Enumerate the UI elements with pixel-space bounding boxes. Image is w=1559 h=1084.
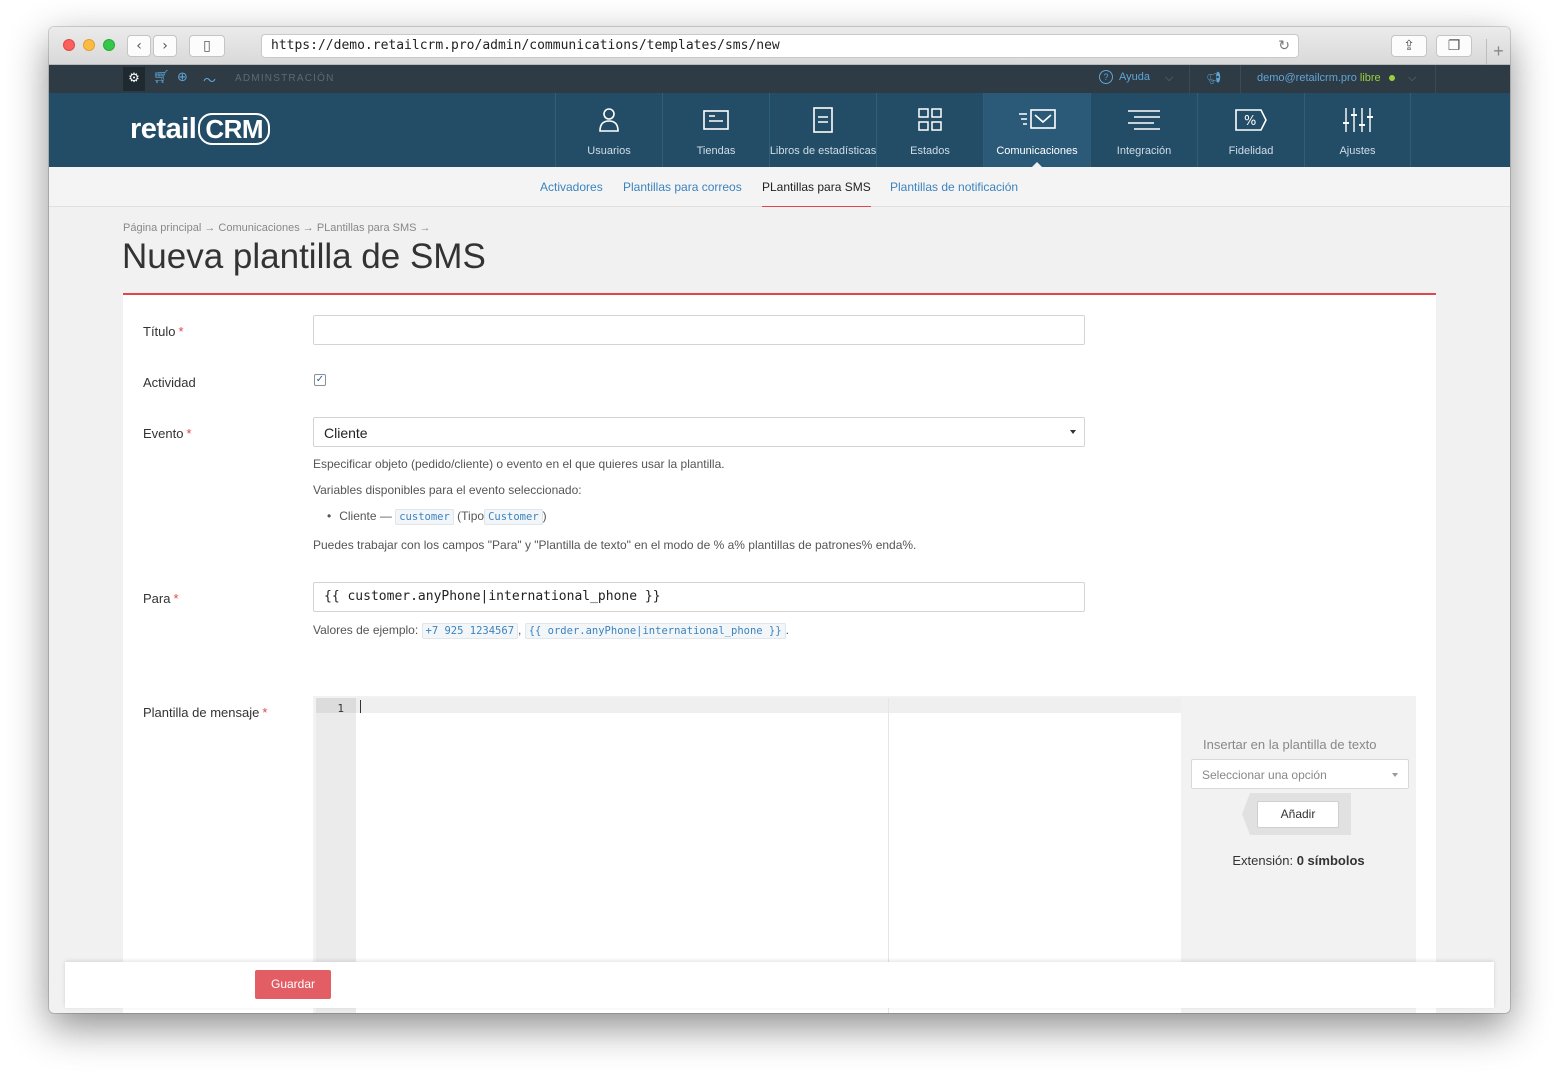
- nav-item-libros[interactable]: Libros de estadísticas: [769, 93, 876, 167]
- user-menu[interactable]: demo@retailcrm.pro libre: [1257, 72, 1395, 84]
- nav-item-comunicaciones[interactable]: Comunicaciones: [983, 93, 1090, 168]
- subnav-activadores[interactable]: Activadores: [540, 180, 603, 194]
- plan-badge: libre: [1359, 72, 1381, 84]
- title-label: Título *: [143, 324, 184, 339]
- user-icon: [599, 108, 619, 132]
- maximize-window-button[interactable]: [103, 39, 115, 51]
- grid-icon: [918, 108, 942, 131]
- sliders-icon: [1342, 108, 1373, 132]
- mail-icon: [1019, 109, 1056, 129]
- logo-text-right: CRM: [198, 113, 271, 145]
- forward-icon[interactable]: ›: [153, 35, 177, 57]
- variables-hint: Variables disponibles para el evento sel…: [313, 483, 582, 497]
- insert-label: Insertar en la plantilla de texto: [1203, 737, 1377, 752]
- nav-item-fidelidad[interactable]: % Fidelidad: [1197, 93, 1304, 167]
- save-bar: Guardar: [65, 962, 1494, 1008]
- close-window-button[interactable]: [63, 39, 75, 51]
- browser-toolbar: ‹ › ▯ https://demo.retailcrm.pro/admin/c…: [49, 27, 1510, 65]
- percent-tag-icon: %: [1235, 109, 1267, 131]
- example-value-1: +7 925 1234567: [421, 623, 519, 639]
- page-title: Nueva plantilla de SMS: [122, 237, 486, 276]
- form-panel: Título * Actividad ✓ Evento * Cliente Espe…: [123, 295, 1436, 1013]
- text-cursor: [360, 700, 361, 713]
- target-icon[interactable]: ⊕: [177, 70, 188, 85]
- activity-label: Actividad: [143, 375, 196, 390]
- insert-option-select[interactable]: Seleccionar una opción: [1191, 759, 1409, 789]
- sidebar-toggle-icon[interactable]: ▯: [189, 35, 225, 57]
- add-button[interactable]: Añadir: [1257, 801, 1339, 828]
- length-counter: Extensión: 0 símbolos: [1232, 853, 1365, 868]
- admin-section-label: ADMINSTRACIÓN: [235, 73, 335, 84]
- subnav-plantillas-sms[interactable]: PLantillas para SMS: [762, 180, 871, 207]
- insert-option-placeholder: Seleccionar una opción: [1202, 768, 1327, 782]
- user-chevron-down-icon[interactable]: ⌵: [1408, 71, 1416, 85]
- retailcrm-logo[interactable]: retail CRM: [130, 113, 271, 146]
- nav-item-label: Comunicaciones: [996, 145, 1078, 157]
- chart-icon[interactable]: 〜: [203, 70, 216, 89]
- nav-item-label: Ajustes: [1339, 145, 1376, 157]
- browser-window: ‹ › ▯ https://demo.retailcrm.pro/admin/c…: [49, 27, 1510, 1013]
- cart-icon[interactable]: 🛒︎: [153, 70, 170, 85]
- event-label: Evento *: [143, 426, 192, 441]
- variable-list-item: • Cliente — customer (Tipo Customer): [327, 509, 547, 525]
- nav-item-usuarios[interactable]: Usuarios: [555, 93, 662, 167]
- to-input[interactable]: {{ customer.anyPhone|international_phone…: [313, 582, 1085, 612]
- variable-code-customer: customer: [395, 509, 454, 525]
- to-input-value: {{ customer.anyPhone|international_phone…: [324, 589, 661, 604]
- subnav-plantillas-notificacion[interactable]: Plantillas de notificación: [890, 180, 1018, 194]
- status-dot: [1388, 75, 1395, 82]
- document-icon: [813, 107, 833, 133]
- nav-item-label: Tiendas: [696, 145, 736, 157]
- nav-item-tiendas[interactable]: Tiendas: [662, 93, 769, 167]
- event-selected-value: Cliente: [324, 425, 368, 441]
- help-icon: ?: [1099, 70, 1113, 84]
- event-hint: Especificar objeto (pedido/cliente) o ev…: [313, 457, 725, 471]
- gear-icon[interactable]: ⚙: [123, 67, 145, 91]
- subnav-plantillas-correos[interactable]: Plantillas para correos: [623, 180, 742, 194]
- breadcrumb[interactable]: Página principal → Comunicaciones → PLan…: [123, 222, 431, 234]
- nav-item-ajustes[interactable]: Ajustes: [1304, 93, 1411, 167]
- nav-item-label: Estados: [910, 145, 950, 157]
- help-link[interactable]: ? Ayuda: [1099, 70, 1150, 84]
- sub-nav: Activadores Plantillas para correos PLan…: [49, 167, 1510, 207]
- save-button[interactable]: Guardar: [255, 970, 331, 999]
- title-input[interactable]: [313, 315, 1085, 345]
- variable-type-customer: Customer: [484, 509, 543, 525]
- back-icon[interactable]: ‹: [127, 35, 151, 57]
- main-nav: retail CRM Usuarios Tiendas Libros de est…: [49, 93, 1510, 168]
- user-email: demo@retailcrm.pro: [1257, 72, 1357, 84]
- logo-text-left: retail: [130, 113, 197, 145]
- new-tab-icon[interactable]: +: [1486, 39, 1510, 65]
- to-label: Para *: [143, 591, 179, 606]
- url-text: https://demo.retailcrm.pro/admin/communi…: [271, 38, 780, 53]
- message-template-label: Plantilla de mensaje *: [143, 705, 268, 720]
- patterns-hint: Puedes trabajar con los campos "Para" y …: [313, 538, 917, 552]
- nav-item-estados[interactable]: Estados: [876, 93, 983, 167]
- megaphone-icon[interactable]: 📢︎: [1206, 71, 1221, 85]
- caret-down-icon: [1070, 430, 1076, 434]
- example-values: Valores de ejemplo: +7 925 1234567, {{ o…: [313, 623, 789, 639]
- activity-checkbox[interactable]: ✓: [314, 374, 326, 386]
- svg-text:%: %: [1244, 114, 1256, 129]
- length-value: 0 símbolos: [1296, 853, 1365, 868]
- lines-icon: [1128, 110, 1160, 130]
- share-icon[interactable]: ⇪: [1391, 35, 1427, 57]
- nav-item-label: Usuarios: [587, 145, 631, 157]
- address-bar[interactable]: https://demo.retailcrm.pro/admin/communi…: [261, 34, 1299, 58]
- nav-item-label: Integración: [1116, 145, 1172, 157]
- help-label: Ayuda: [1119, 71, 1150, 83]
- caret-down-icon: [1392, 773, 1398, 777]
- reload-icon[interactable]: ↻: [1278, 35, 1290, 57]
- nav-item-label: Fidelidad: [1228, 145, 1274, 157]
- line-number: 1: [337, 702, 344, 715]
- example-value-2: {{ order.anyPhone|international_phone }}: [524, 623, 786, 639]
- admin-bar: ⚙ 🛒︎ ⊕ 〜 ADMINSTRACIÓN ? Ayuda ⌵ 📢︎ demo…: [49, 65, 1510, 93]
- tabs-icon[interactable]: ❐: [1436, 35, 1472, 57]
- event-select[interactable]: Cliente: [313, 417, 1085, 447]
- nav-item-integracion[interactable]: Integración: [1090, 93, 1197, 167]
- minimize-window-button[interactable]: [83, 39, 95, 51]
- chevron-down-icon[interactable]: ⌵: [1165, 71, 1173, 85]
- nav-item-label: Libros de estadísticas: [769, 145, 877, 157]
- store-icon: [703, 110, 729, 130]
